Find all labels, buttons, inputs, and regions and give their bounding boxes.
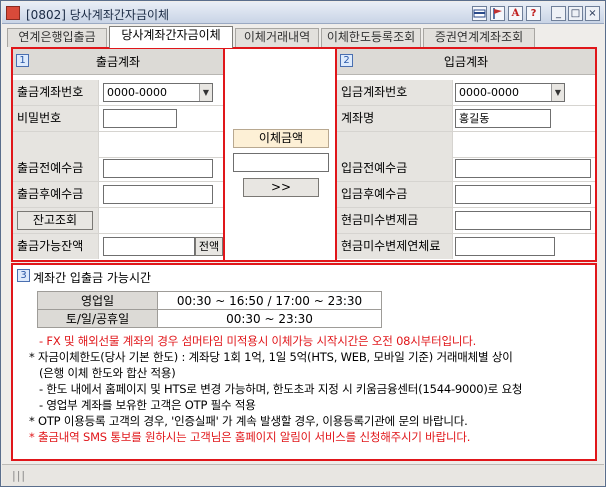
font-icon[interactable]: A [508,6,523,21]
deposit-after-field[interactable] [455,185,591,204]
note-item: * OTP 이용등록 고객의 경우, '인증실패' 가 계속 발생할 경우, 이… [29,414,468,428]
account-name-field: 홍길동 [455,109,551,128]
note-item: * 출금내역 SMS 통보를 원하시는 고객님은 홈페이지 알림이 서비스를 신… [29,430,471,444]
password-label: 비밀번호 [13,106,99,131]
info-panel: 3 계좌간 입출금 가능시간 영업일 00:30 ~ 16:50 / 17:00… [11,263,597,461]
deposit-after-row: 입금후예수금 [337,182,595,208]
account-name-row: 계좌명 홍길동 [337,106,595,132]
hours-table: 영업일 00:30 ~ 16:50 / 17:00 ~ 23:30 토/일/공휴… [37,291,382,328]
withdraw-before-label: 출금전예수금 [13,156,99,181]
note-item: * 자금이체한도(당사 기본 한도) : 계좌당 1회 1억, 1일 5억(HT… [29,350,513,364]
section-number-2: 2 [340,54,353,67]
hours-value: 00:30 ~ 23:30 [157,309,382,328]
tab-linked-account[interactable]: 증권연계계좌조회 [423,28,535,47]
chevron-down-icon[interactable]: ▼ [199,84,212,101]
flag-icon[interactable] [490,6,505,21]
amount-section: 이체금액 >> [227,49,335,260]
card-icon[interactable] [472,6,487,21]
unpaid-row: 현금미수변제금 [337,208,595,234]
deposit-spacer-row [337,132,595,158]
withdraw-account-value: 0000-0000 [107,86,167,99]
withdraw-spacer-row [13,132,223,158]
deposit-account-label: 입금계좌번호 [337,80,453,105]
unpaid-label: 현금미수변제금 [337,208,453,233]
deposit-account-value: 0000-0000 [459,86,519,99]
withdraw-after-row: 출금후예수금 [13,182,223,208]
minimize-button[interactable]: _ [551,6,566,21]
deposit-before-field[interactable] [455,159,591,178]
withdraw-before-row: 출금전예수금 [13,156,223,182]
info-title: 계좌간 입출금 가능시간 [33,271,152,285]
withdraw-account-row: 출금계좌번호 0000-0000 ▼ [13,80,223,106]
notes-list: - FX 및 해외선물 계좌의 경우 섬머타임 미적용시 이체가능 시작시간은 … [21,333,595,445]
section-number-3: 3 [17,269,30,282]
withdraw-after-label: 출금후예수금 [13,182,99,207]
amount-field[interactable] [233,153,329,172]
balance-inquiry-button[interactable]: 잔고조회 [17,211,93,230]
deposit-spacer-label [337,132,453,157]
password-row: 비밀번호 [13,106,223,132]
transfer-panel: 출금계좌 1 출금계좌번호 0000-0000 ▼ 비밀번호 출금전예수금 출금… [11,47,597,262]
hours-value: 00:30 ~ 16:50 / 17:00 ~ 23:30 [157,291,382,310]
available-field[interactable] [103,237,195,256]
transfer-submit-button[interactable]: >> [243,178,319,197]
tab-bar: 연계은행입출금 당사계좌간자금이체 이체거래내역 이체한도등록조회 증권연계계좌… [5,26,603,48]
withdraw-account-label: 출금계좌번호 [13,80,99,105]
overdue-label: 현금미수변제연체료 [337,234,453,259]
hours-label: 영업일 [37,291,158,310]
close-button[interactable]: × [585,6,600,21]
maximize-button[interactable]: □ [568,6,583,21]
deposit-section: 입금계좌 2 입금계좌번호 0000-0000 ▼ 계좌명 홍길동 입금전예수금 [335,49,595,260]
all-amount-button[interactable]: 전액 [195,237,223,256]
note-item: - 한도 내에서 홈페이지 및 HTS로 변경 가능하며, 한도초과 지정 시 … [39,382,523,396]
hours-row: 영업일 00:30 ~ 16:50 / 17:00 ~ 23:30 [37,291,382,310]
available-row: 출금가능잔액 전액 [13,234,223,260]
tab-transfer-history[interactable]: 이체거래내역 [235,28,319,47]
resize-grip-icon[interactable]: ||| [12,469,26,482]
deposit-account-select[interactable]: 0000-0000 ▼ [455,83,565,102]
password-field[interactable] [103,109,177,128]
deposit-after-label: 입금후예수금 [337,182,453,207]
hours-row: 토/일/공휴일 00:30 ~ 23:30 [37,309,382,328]
status-bar: ||| [2,464,604,486]
note-item: - 영업부 계좌를 보유한 고객은 OTP 필수 적용 [39,398,256,412]
account-name-label: 계좌명 [337,106,453,131]
deposit-before-row: 입금전예수금 [337,156,595,182]
tab-limit-registration[interactable]: 이체한도등록조회 [321,28,421,47]
deposit-account-row: 입금계좌번호 0000-0000 ▼ [337,80,595,106]
overdue-row: 현금미수변제연체료 [337,234,595,260]
transfer-window: [0802] 당사계좌간자금이체 A ? _ □ × 연계은행입출금 당사계좌간… [0,0,606,487]
available-label: 출금가능잔액 [13,234,99,259]
chevron-down-icon[interactable]: ▼ [551,84,564,101]
amount-label: 이체금액 [233,129,329,148]
title-bar: [0802] 당사계좌간자금이체 A ? _ □ × [2,2,604,24]
overdue-field[interactable] [455,237,555,256]
withdraw-section: 출금계좌 1 출금계좌번호 0000-0000 ▼ 비밀번호 출금전예수금 출금… [13,49,225,260]
withdraw-before-field[interactable] [103,159,213,178]
window-title: [0802] 당사계좌간자금이체 [26,8,170,22]
deposit-before-label: 입금전예수금 [337,156,453,181]
note-item: - FX 및 해외선물 계좌의 경우 섬머타임 미적용시 이체가능 시작시간은 … [39,334,477,348]
deposit-header: 입금계좌 [337,49,595,75]
hours-label: 토/일/공휴일 [37,309,158,328]
balance-row: 잔고조회 [13,208,223,234]
app-icon [6,6,20,20]
unpaid-field[interactable] [455,211,591,230]
withdraw-header: 출금계좌 [13,49,223,75]
note-item: (은행 이체 한도와 합산 적용) [39,366,176,380]
tab-internal-transfer[interactable]: 당사계좌간자금이체 [109,26,233,48]
section-number-1: 1 [16,54,29,67]
withdraw-account-select[interactable]: 0000-0000 ▼ [103,83,213,102]
tab-bank-transfer[interactable]: 연계은행입출금 [7,28,107,47]
withdraw-spacer-label [13,132,99,157]
withdraw-after-field[interactable] [103,185,213,204]
help-icon[interactable]: ? [526,6,541,21]
